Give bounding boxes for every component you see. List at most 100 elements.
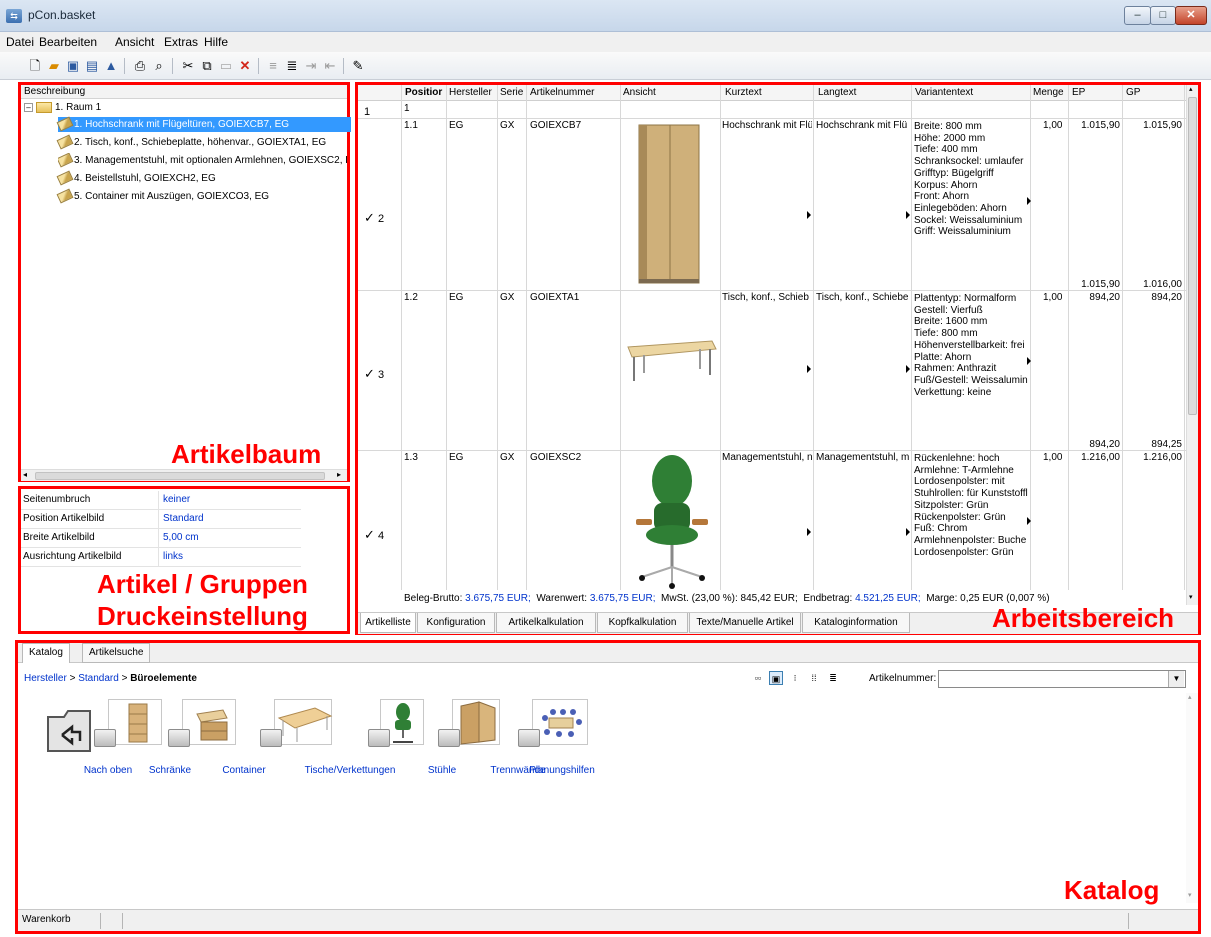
- open-folder-icon[interactable]: ▰: [45, 57, 63, 75]
- tab-texte-manuelle-artikel[interactable]: Texte/Manuelle Artikel: [689, 613, 801, 633]
- desk-thumbnail: [274, 699, 333, 745]
- close-button[interactable]: ✕: [1175, 6, 1207, 25]
- col-gp[interactable]: GP: [1126, 87, 1140, 98]
- outdent-icon[interactable]: ⇤: [321, 57, 339, 75]
- scroll-down-icon[interactable]: ▾: [1188, 891, 1192, 899]
- col-langtext[interactable]: Langtext: [818, 87, 856, 98]
- scroll-down-icon[interactable]: ▾: [1189, 593, 1193, 601]
- tree-item-3[interactable]: 3. Managementstuhl, mit optionalen Armle…: [58, 153, 347, 168]
- col-kurztext[interactable]: Kurztext: [725, 87, 762, 98]
- folder-icon: [518, 729, 540, 747]
- katalog-annotation: Katalog: [1064, 875, 1160, 905]
- align-icon[interactable]: ≡: [264, 57, 282, 75]
- breadcrumb-standard[interactable]: Standard: [78, 673, 119, 684]
- folder-icon: [36, 101, 52, 113]
- scrollbar-thumb[interactable]: [35, 472, 325, 480]
- tab-konfiguration[interactable]: Konfiguration: [417, 613, 495, 633]
- delete-icon[interactable]: ✕: [236, 57, 254, 75]
- col-serie[interactable]: Serie: [500, 87, 523, 98]
- checkmark-icon: ✓: [364, 527, 375, 542]
- status-bar: Warenkorb: [18, 909, 1198, 931]
- col-menge[interactable]: Menge: [1033, 87, 1064, 98]
- paste-icon[interactable]: ▭: [217, 57, 235, 75]
- title-bar: ⇆ pCon.basket – □ ✕: [0, 0, 1211, 32]
- save-icon[interactable]: ▣: [64, 57, 82, 75]
- cabinet-thumbnail: [108, 699, 162, 745]
- view-details-icon[interactable]: ≣: [826, 671, 840, 685]
- artikelnummer-combobox[interactable]: [938, 670, 1186, 688]
- cut-icon[interactable]: ✂: [179, 57, 197, 75]
- scroll-left-icon[interactable]: ◂: [23, 470, 27, 479]
- folder-icon: [368, 729, 390, 747]
- minimize-button[interactable]: –: [1124, 6, 1151, 25]
- col-artikelnummer[interactable]: Artikelnummer: [530, 87, 594, 98]
- tree-item-5[interactable]: 5. Container mit Auszügen, GOIEXCO3, EG: [56, 188, 269, 204]
- folder-icon: [168, 729, 190, 747]
- export-icon[interactable]: ▲: [102, 57, 120, 75]
- print-icon[interactable]: ⎙: [131, 57, 149, 75]
- scroll-up-icon[interactable]: ▴: [1188, 693, 1192, 701]
- print-settings-annotation-line2: Druckeinstellung: [97, 601, 308, 631]
- grid-vertical-scrollbar[interactable]: ▴ ▾: [1186, 85, 1198, 605]
- tab-kataloginformation[interactable]: Kataloginformation: [802, 613, 910, 633]
- view-tiles-icon[interactable]: ⁞⁞: [807, 671, 821, 685]
- chair-image: [636, 455, 708, 589]
- arbeitsbereich-annotation: Arbeitsbereich: [992, 603, 1175, 633]
- menu-datei[interactable]: Datei: [6, 35, 34, 49]
- indent-icon[interactable]: ⇥: [302, 57, 320, 75]
- col-ep[interactable]: EP: [1072, 87, 1085, 98]
- chevron-down-icon[interactable]: ▼: [1168, 671, 1184, 687]
- row-number: 1: [364, 106, 371, 118]
- breadcrumb-hersteller[interactable]: Hersteller: [24, 673, 67, 684]
- scroll-up-icon[interactable]: ▴: [1189, 85, 1193, 93]
- folder-icon: [438, 729, 460, 747]
- menu-extras[interactable]: Extras: [164, 35, 198, 49]
- work-area-panel: Positior Hersteller Serie Artikelnummer …: [355, 82, 1201, 635]
- tab-kopfkalkulation[interactable]: Kopfkalkulation: [597, 613, 688, 633]
- article-icon: [56, 134, 74, 150]
- prop-row-image-width[interactable]: Breite Artikelbild 5,00 cm: [21, 529, 301, 548]
- scroll-right-icon[interactable]: ▸: [337, 470, 341, 479]
- cabinet-image: [638, 124, 700, 284]
- tree-root-room[interactable]: –1. Raum 1: [24, 100, 101, 115]
- tree-item-4[interactable]: 4. Beistellstuhl, GOIEXCH2, EG: [56, 170, 216, 186]
- col-hersteller[interactable]: Hersteller: [449, 87, 492, 98]
- menu-ansicht[interactable]: Ansicht: [115, 35, 154, 49]
- variant-text: Plattentyp: Normalform Gestell: Vierfuß Br…: [914, 293, 1028, 398]
- prop-row-page-break[interactable]: Seitenumbruch keiner: [21, 491, 301, 510]
- prop-row-image-alignment[interactable]: Ausrichtung Artikelbild links: [21, 548, 301, 567]
- col-variantentext[interactable]: Variantentext: [915, 87, 973, 98]
- menu-bearbeiten[interactable]: Bearbeiten: [39, 35, 97, 49]
- tree-column-header[interactable]: Beschreibung: [21, 85, 347, 99]
- collapse-icon[interactable]: –: [24, 102, 33, 112]
- window-title: pCon.basket: [28, 8, 96, 22]
- catalog-vertical-scrollbar[interactable]: ▴ ▾: [1186, 693, 1198, 903]
- group-position[interactable]: 1: [404, 103, 410, 114]
- save-as-icon[interactable]: ▤: [83, 57, 101, 75]
- menu-hilfe[interactable]: Hilfe: [204, 35, 228, 49]
- col-ansicht[interactable]: Ansicht: [623, 87, 656, 98]
- new-document-icon[interactable]: 🗋: [26, 57, 44, 75]
- view-list-icon[interactable]: ⁝: [788, 671, 802, 685]
- checkmark-icon: ✓: [364, 366, 375, 381]
- tab-katalog[interactable]: Katalog: [22, 643, 70, 663]
- view-small-icons-icon[interactable]: ▫▫: [751, 671, 765, 685]
- tree-item-2[interactable]: 2. Tisch, konf., Schiebeplatte, höhenvar…: [56, 134, 326, 150]
- prop-row-image-position[interactable]: Position Artikelbild Standard: [21, 510, 301, 529]
- warenkorb-status[interactable]: Warenkorb: [22, 914, 71, 925]
- edit-text-icon[interactable]: ✎: [349, 57, 367, 75]
- tree-item-1[interactable]: 1. Hochschrank mit Flügeltüren, GOIEXCB7…: [56, 116, 351, 132]
- tab-artikelliste[interactable]: Artikelliste: [360, 613, 416, 633]
- row-check: ✓ 3: [364, 366, 385, 381]
- view-large-icons-icon[interactable]: ▣: [769, 671, 783, 685]
- print-preview-icon[interactable]: ⌕: [150, 57, 168, 75]
- tab-artikelkalkulation[interactable]: Artikelkalkulation: [496, 613, 596, 633]
- sort-icon[interactable]: ≣: [283, 57, 301, 75]
- tree-horizontal-scrollbar[interactable]: ◂ ▸: [21, 469, 347, 481]
- tab-artikelsuche[interactable]: Artikelsuche: [82, 643, 151, 663]
- catalog-panel: Katalog Artikelsuche Hersteller > Standa…: [15, 640, 1201, 934]
- copy-icon[interactable]: ⧉: [198, 57, 216, 75]
- scrollbar-thumb[interactable]: [1188, 97, 1197, 415]
- maximize-button[interactable]: □: [1150, 6, 1176, 25]
- col-position[interactable]: Positior: [405, 87, 445, 98]
